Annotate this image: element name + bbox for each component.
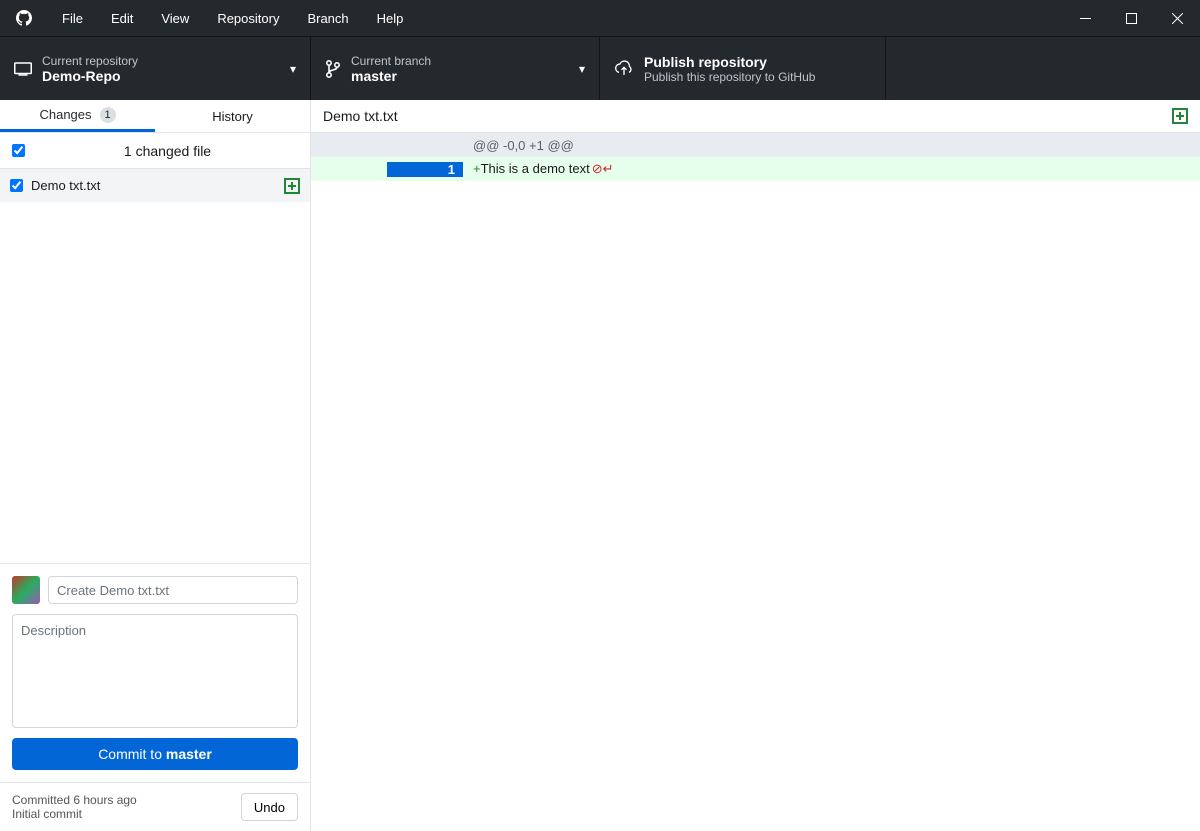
diff-pane: Demo txt.txt @@ -0,0 +1 @@ 1 +This is a … xyxy=(311,100,1200,831)
main-toolbar: Current repository Demo-Repo ▾ Current b… xyxy=(0,36,1200,100)
last-commit-message: Initial commit xyxy=(12,807,137,821)
tab-changes[interactable]: Changes 1 xyxy=(0,100,155,132)
menu-repository[interactable]: Repository xyxy=(203,3,293,34)
repo-sub-label: Current repository xyxy=(42,54,280,68)
hunk-text: @@ -0,0 +1 @@ xyxy=(463,138,574,153)
chevron-down-icon: ▾ xyxy=(290,62,296,76)
window-minimize-button[interactable] xyxy=(1062,0,1108,36)
commit-button[interactable]: Commit to master xyxy=(12,738,298,770)
branch-sub-label: Current branch xyxy=(351,54,569,68)
file-row[interactable]: Demo txt.txt xyxy=(0,169,310,202)
diff-hunk-header: @@ -0,0 +1 @@ xyxy=(311,133,1200,157)
commit-summary-input[interactable] xyxy=(48,576,298,604)
last-commit-time: Committed 6 hours ago xyxy=(12,793,137,807)
commit-form: Commit to master xyxy=(0,563,310,782)
repository-selector[interactable]: Current repository Demo-Repo ▾ xyxy=(0,37,311,100)
diff-filename: Demo txt.txt xyxy=(323,108,398,124)
diff-sigil: + xyxy=(473,161,481,176)
file-checkbox[interactable] xyxy=(10,179,23,192)
no-newline-icon: ⊘↵ xyxy=(592,161,614,176)
last-commit-row: Committed 6 hours ago Initial commit Und… xyxy=(0,782,310,831)
line-number: 1 xyxy=(387,162,463,177)
tab-history[interactable]: History xyxy=(155,100,310,132)
menu-file[interactable]: File xyxy=(48,3,97,34)
repo-name: Demo-Repo xyxy=(42,68,280,84)
file-added-icon xyxy=(1172,108,1188,124)
chevron-down-icon: ▾ xyxy=(579,62,585,76)
cloud-upload-icon xyxy=(614,60,634,78)
file-added-icon xyxy=(284,178,300,194)
github-logo-icon xyxy=(16,10,32,26)
sidebar: Changes 1 History 1 changed file Demo tx… xyxy=(0,100,311,831)
changed-files-label: 1 changed file xyxy=(37,143,298,159)
publish-title: Publish repository xyxy=(644,54,871,70)
commit-description-input[interactable] xyxy=(12,614,298,728)
desktop-icon xyxy=(14,62,32,76)
avatar xyxy=(12,576,40,604)
branch-icon xyxy=(325,59,341,79)
diff-line-text: This is a demo text xyxy=(481,161,590,176)
changes-count-badge: 1 xyxy=(100,107,116,123)
branch-selector[interactable]: Current branch master ▾ xyxy=(311,37,600,100)
branch-name: master xyxy=(351,68,569,84)
menu-bar: File Edit View Repository Branch Help xyxy=(0,0,1200,36)
commit-button-prefix: Commit to xyxy=(98,746,166,762)
select-all-checkbox[interactable] xyxy=(12,144,25,157)
menu-help[interactable]: Help xyxy=(363,3,418,34)
file-name: Demo txt.txt xyxy=(31,178,276,193)
commit-button-branch: master xyxy=(166,746,212,762)
publish-button[interactable]: Publish repository Publish this reposito… xyxy=(600,37,886,100)
menu-view[interactable]: View xyxy=(147,3,203,34)
tab-changes-label: Changes xyxy=(39,107,91,122)
window-maximize-button[interactable] xyxy=(1108,0,1154,36)
window-close-button[interactable] xyxy=(1154,0,1200,36)
diff-line-added[interactable]: 1 +This is a demo text⊘↵ xyxy=(311,157,1200,181)
undo-button[interactable]: Undo xyxy=(241,793,298,821)
menu-edit[interactable]: Edit xyxy=(97,3,147,34)
tab-history-label: History xyxy=(212,109,252,124)
menu-branch[interactable]: Branch xyxy=(293,3,362,34)
publish-sub: Publish this repository to GitHub xyxy=(644,70,871,84)
